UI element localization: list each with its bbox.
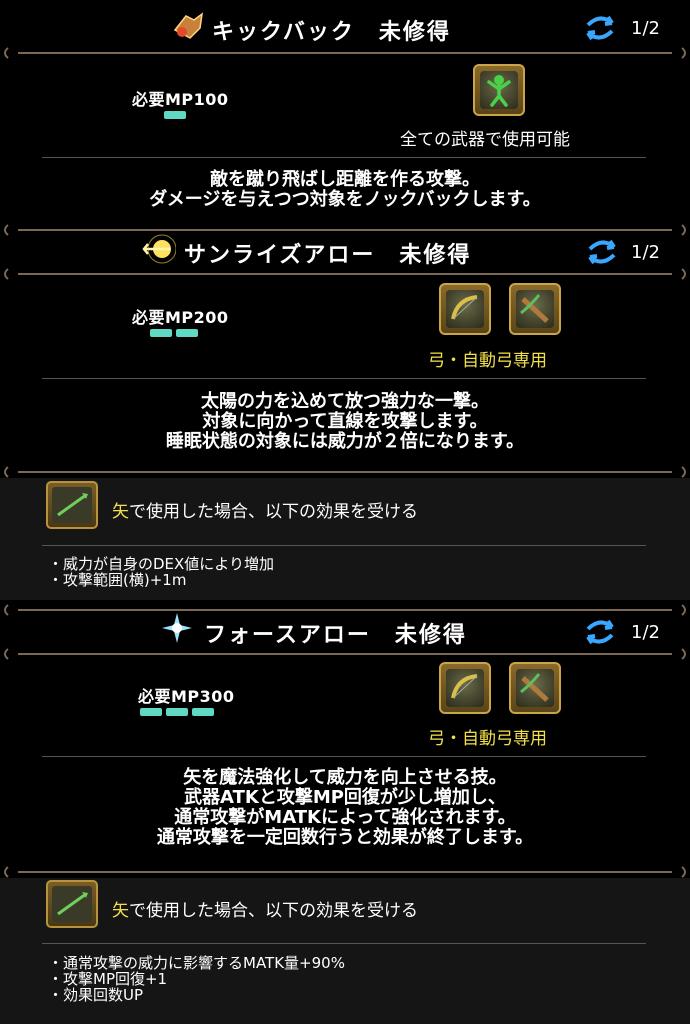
- ornate-divider: [0, 464, 690, 478]
- skill-header: キックバック 未修得 1/2: [0, 6, 690, 46]
- required-mp: 必要MP300: [138, 687, 235, 706]
- arrow-effect-panel: 矢で使用した場合、以下の効果を受ける ・通常攻撃の威力に影響するMATK量+90…: [0, 878, 690, 1024]
- crossbow-button[interactable]: [509, 283, 561, 335]
- divider-line: [42, 943, 646, 944]
- desc-line: 太陽の力を込めて放つ強力な一撃。: [201, 391, 489, 412]
- skill-description: 太陽の力を込めて放つ強力な一撃。 対象に向かって直線を攻撃します。 睡眠状態の対…: [0, 392, 690, 452]
- force-arrow-icon: [160, 611, 194, 645]
- page-indicator: 1/2: [631, 242, 660, 263]
- effect-bullet: ・攻撃MP回復+1: [48, 970, 168, 988]
- divider-line: [42, 157, 646, 158]
- effect-bullet: ・威力が自身のDEX値により増加: [48, 555, 275, 573]
- skill-description: 敵を蹴り飛ばし距離を作る攻撃。 ダメージを与えつつ対象をノックバックします。: [0, 170, 690, 210]
- weapon-availability: 弓・自動弓専用: [428, 729, 547, 749]
- desc-line: 通常攻撃がMATKによって強化されます。: [174, 807, 516, 828]
- desc-line: 敵を蹴り飛ばし距離を作る攻撃。: [210, 169, 480, 190]
- skill-title: フォースアロー 未修得: [204, 623, 467, 648]
- skill-card-force-arrow: フォースアロー 未修得 1/2 必要MP300 弓・自動弓専用 矢を魔法強化して…: [0, 600, 690, 1024]
- arrow-icon: [57, 892, 88, 916]
- kickback-icon: [172, 8, 206, 42]
- skill-header: サンライズアロー 未修得 1/2: [0, 228, 690, 268]
- swap-arrows-icon[interactable]: [586, 239, 618, 265]
- required-mp: 必要MP200: [132, 308, 229, 327]
- swap-arrows-icon[interactable]: [584, 619, 616, 645]
- desc-line: 武器ATKと攻撃MP回復が少し増加し、: [184, 787, 506, 808]
- page-indicator: 1/2: [631, 622, 660, 643]
- effect-bullets: ・通常攻撃の威力に影響するMATK量+90% ・攻撃MP回復+1 ・効果回数UP: [48, 955, 345, 1003]
- effect-bullet: ・通常攻撃の威力に影響するMATK量+90%: [48, 954, 345, 972]
- skill-title: キックバック 未修得: [212, 20, 451, 45]
- desc-line: 通常攻撃を一定回数行うと効果が終了します。: [156, 827, 534, 848]
- divider-line: [42, 545, 646, 546]
- effect-title: 矢で使用した場合、以下の効果を受ける: [112, 502, 418, 522]
- effect-bullet: ・攻撃範囲(横)+1m: [48, 571, 187, 589]
- weapon-availability: 全ての武器で使用可能: [400, 130, 570, 150]
- crossbow-button[interactable]: [509, 662, 561, 714]
- crossbow-icon: [520, 294, 549, 323]
- weapon-availability: 弓・自動弓専用: [428, 351, 547, 371]
- effect-bullet: ・効果回数UP: [48, 986, 144, 1004]
- effect-title: 矢で使用した場合、以下の効果を受ける: [112, 901, 418, 921]
- divider-line: [42, 378, 646, 379]
- mp-gauge: [150, 329, 198, 337]
- desc-line: ダメージを与えつつ対象をノックバックします。: [149, 189, 541, 210]
- ornate-divider: [0, 266, 690, 280]
- desc-line: 睡眠状態の対象には威力が２倍になります。: [165, 431, 525, 452]
- desc-line: 対象に向かって直線を攻撃します。: [202, 411, 488, 432]
- arrow-button[interactable]: [46, 481, 98, 529]
- all-weapons-icon: [487, 75, 511, 107]
- sunrise-arrow-icon: [142, 232, 177, 266]
- skill-card-kickback: キックバック 未修得 1/2 必要MP100 全ての武器で使用可能 敵を蹴り飛ば…: [0, 0, 690, 220]
- bow-button[interactable]: [439, 662, 491, 714]
- swap-arrows-icon[interactable]: [584, 15, 616, 41]
- arrow-button[interactable]: [46, 880, 98, 928]
- crossbow-icon: [520, 673, 549, 702]
- skill-title: サンライズアロー 未修得: [184, 243, 472, 268]
- ornate-divider: [0, 45, 690, 59]
- arrow-icon: [57, 493, 88, 517]
- page-indicator: 1/2: [631, 18, 660, 39]
- skill-header: フォースアロー 未修得 1/2: [0, 608, 690, 648]
- bow-button[interactable]: [439, 283, 491, 335]
- desc-line: 矢を魔法強化して威力を向上させる技。: [183, 767, 507, 788]
- mp-gauge: [140, 708, 214, 716]
- skill-description: 矢を魔法強化して威力を向上させる技。 武器ATKと攻撃MP回復が少し増加し、 通…: [0, 768, 690, 848]
- ornate-divider: [0, 646, 690, 660]
- skill-card-sunrise-arrow: サンライズアロー 未修得 1/2 必要MP200 弓・自動弓専用 太陽の力を込め…: [0, 220, 690, 600]
- bow-icon: [451, 295, 478, 320]
- effect-bullets: ・威力が自身のDEX値により増加 ・攻撃範囲(横)+1m: [48, 556, 274, 588]
- mp-gauge: [164, 111, 186, 119]
- required-mp: 必要MP100: [132, 90, 229, 109]
- bow-icon: [451, 674, 478, 699]
- ornate-divider: [0, 864, 690, 878]
- arrow-effect-panel: 矢で使用した場合、以下の効果を受ける ・威力が自身のDEX値により増加 ・攻撃範…: [0, 478, 690, 600]
- divider-line: [42, 756, 646, 757]
- all-weapons-button[interactable]: [473, 64, 525, 116]
